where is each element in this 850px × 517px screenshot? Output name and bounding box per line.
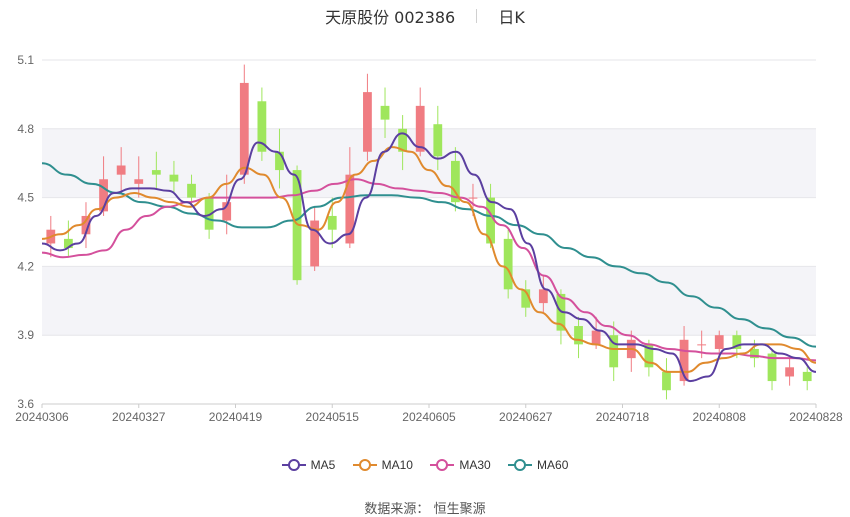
x-tick-label: 20240808: [693, 410, 747, 424]
y-tick-label: 5.1: [17, 53, 34, 67]
candlesticks: [46, 64, 812, 400]
x-tick-label: 20240306: [15, 410, 69, 424]
candle-body: [714, 335, 724, 349]
candle-body: [785, 367, 795, 377]
legend-item-ma30[interactable]: MA30: [430, 458, 491, 472]
plot-band: [42, 128, 816, 198]
legend-marker: [430, 459, 455, 471]
candlestick: [310, 206, 320, 271]
candle-body: [433, 124, 443, 157]
candle-body: [538, 289, 548, 304]
candlestick: [662, 358, 671, 400]
legend-label: MA5: [310, 458, 336, 472]
candlestick: [363, 73, 372, 161]
candle-body: [151, 170, 161, 175]
legend-label: MA30: [459, 458, 491, 472]
legend-item-ma10[interactable]: MA10: [352, 458, 413, 472]
x-tick-label: 20240627: [499, 410, 553, 424]
y-axis: 3.6 3.9 4.2 4.5 4.8 5.1: [17, 53, 34, 411]
y-tick-label: 4.2: [17, 259, 34, 273]
y-tick-label: 4.5: [17, 191, 34, 205]
x-tick-label: 20240419: [209, 410, 263, 424]
candlestick: [785, 358, 795, 386]
candle-body: [363, 92, 372, 152]
candle-body: [574, 326, 583, 345]
candle-body: [187, 183, 196, 198]
legend-marker: [508, 459, 533, 471]
candle-body: [239, 82, 249, 175]
plot-band: [42, 266, 816, 336]
candle-body: [697, 344, 707, 346]
plot-bands: [42, 128, 816, 336]
candle-body: [802, 371, 812, 382]
x-tick-label: 20240828: [789, 410, 843, 424]
legend-item-ma5[interactable]: MA5: [281, 458, 336, 472]
y-tick-label: 3.6: [17, 397, 34, 411]
source-prefix: 数据来源：: [364, 502, 430, 517]
candlestick: [63, 220, 73, 258]
source-name: 恒生聚源: [433, 502, 486, 517]
candle-body: [169, 174, 179, 182]
candlestick: [767, 348, 777, 391]
candle-body: [591, 330, 601, 345]
legend-item-ma60[interactable]: MA60: [508, 458, 568, 472]
legend-marker: [352, 459, 377, 471]
candle-body: [380, 105, 390, 120]
candle-body: [116, 165, 126, 175]
candle-body: [468, 197, 478, 199]
candle-body: [415, 105, 425, 152]
y-tick-label: 4.8: [17, 122, 34, 136]
legend: MA5 MA10 MA30 MA60: [0, 458, 850, 474]
x-tick-label: 20240718: [596, 410, 650, 424]
candle-body: [134, 179, 144, 184]
candlestick: [257, 87, 267, 161]
x-tick-label: 20240515: [306, 410, 360, 424]
x-tick-label: 20240327: [112, 410, 166, 424]
legend-marker: [281, 459, 306, 471]
data-source: 数据来源： 恒生聚源: [0, 498, 850, 517]
candle-body: [327, 215, 337, 230]
kline-chart: 3.63.94.24.54.85.1 20240306 20240327 20240…: [15, 53, 843, 424]
candle-body: [503, 238, 513, 290]
candlestick: [503, 229, 513, 299]
x-axis: 20240306 20240327 20240419 20240515 20240605…: [15, 403, 843, 424]
y-tick-label: 3.9: [17, 328, 34, 342]
legend-label: MA10: [381, 458, 413, 472]
x-tick-label: 20240605: [402, 410, 456, 424]
legend-label: MA60: [537, 458, 569, 472]
candle-body: [662, 371, 671, 391]
